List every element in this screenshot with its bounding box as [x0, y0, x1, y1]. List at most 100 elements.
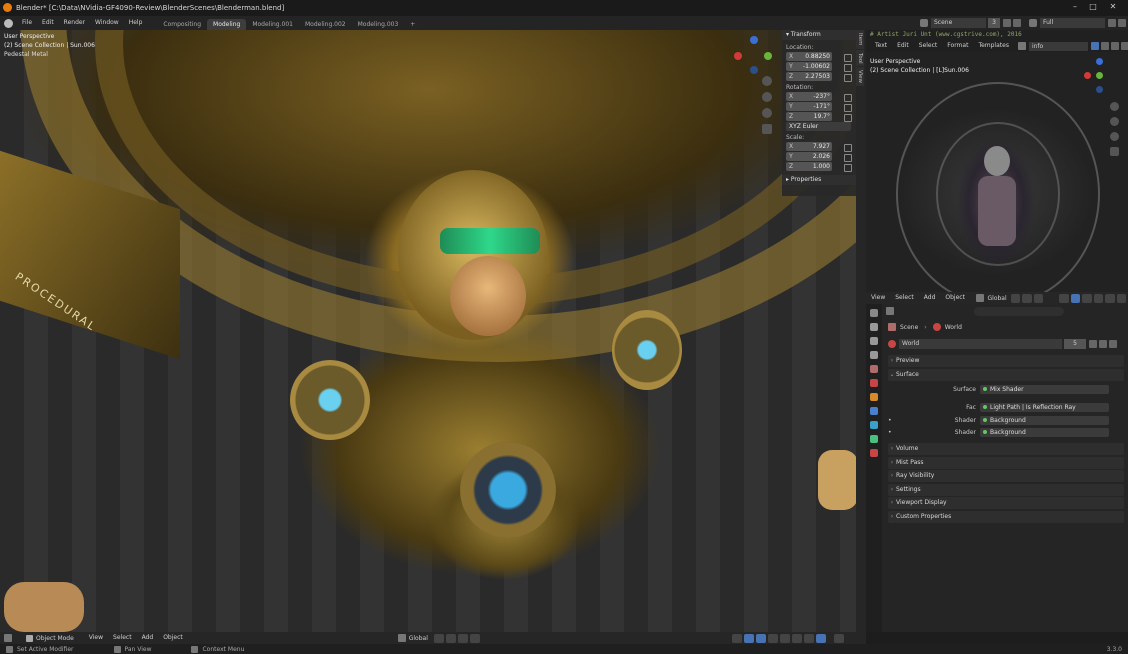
camera-view-icon[interactable]: [762, 108, 772, 118]
text-file-selector[interactable]: info: [1028, 41, 1088, 51]
proportional-edit-icon[interactable]: [469, 633, 480, 643]
camera-view-icon[interactable]: [1110, 132, 1119, 141]
tab-modeling-003[interactable]: Modeling.003: [352, 19, 405, 30]
snap-icon[interactable]: [445, 633, 456, 643]
visibility-icon[interactable]: [731, 633, 742, 643]
tab-view[interactable]: View: [856, 67, 864, 87]
grid-toggle-icon[interactable]: [1110, 147, 1119, 156]
right-navigation-gizmo[interactable]: [1084, 58, 1116, 98]
lock-icon[interactable]: [844, 104, 852, 112]
unlink-text-icon[interactable]: [1120, 42, 1128, 50]
gizmo-y-icon[interactable]: [764, 52, 772, 60]
menu-file[interactable]: File: [17, 16, 37, 30]
fake-user-icon[interactable]: [1090, 42, 1099, 50]
location-x-field[interactable]: X 0.88250: [786, 52, 832, 61]
gizmo-z-icon[interactable]: [750, 36, 758, 44]
scale-x-field[interactable]: X 7.927: [786, 142, 832, 151]
lock-icon[interactable]: [844, 54, 852, 62]
gizmo-x-icon[interactable]: [1084, 72, 1091, 79]
text-menu-edit[interactable]: Edit: [892, 41, 914, 51]
panel-settings[interactable]: › Settings: [888, 484, 1124, 496]
shading-solid-icon[interactable]: [1105, 293, 1115, 303]
text-menu-format[interactable]: Format: [942, 41, 973, 51]
scale-y-field[interactable]: Y 2.026: [786, 152, 832, 161]
main-3d-viewport[interactable]: PROCEDURAL User Perspective (2) Scene Co…: [0, 30, 856, 632]
pivot-icon[interactable]: [433, 633, 444, 643]
proportional-edit-icon[interactable]: [1033, 293, 1044, 303]
shader1-field[interactable]: Background: [980, 415, 1109, 425]
view-layer-selector[interactable]: Full: [1040, 18, 1105, 28]
tab-compositing[interactable]: Compositing: [157, 19, 207, 30]
lock-icon[interactable]: [844, 144, 852, 152]
world-name-field[interactable]: World: [899, 338, 1062, 349]
gizmo-toggle-icon[interactable]: [743, 633, 754, 643]
vp-orientation-select[interactable]: Global: [406, 635, 434, 642]
output-tab-icon[interactable]: [870, 337, 878, 345]
secondary-3d-viewport[interactable]: User Perspective (2) Scene Collection | …: [866, 52, 1128, 292]
gizmo-y-icon[interactable]: [1096, 72, 1103, 79]
snap-target-icon[interactable]: [457, 633, 468, 643]
location-z-field[interactable]: Z 2.27503: [786, 72, 832, 81]
blender-menu-icon[interactable]: [4, 18, 13, 28]
pause-render-icon[interactable]: [833, 633, 844, 643]
menu-render[interactable]: Render: [59, 16, 90, 30]
zoom-icon[interactable]: [762, 76, 772, 86]
text-menu-templates[interactable]: Templates: [973, 41, 1014, 51]
modifier-tab-icon[interactable]: [870, 407, 878, 415]
menu-window[interactable]: Window: [90, 16, 124, 30]
rv-menu-view[interactable]: View: [866, 292, 890, 304]
rv-menu-select[interactable]: Select: [890, 292, 919, 304]
shading-solid-icon[interactable]: [791, 633, 802, 643]
xray-icon[interactable]: [1093, 293, 1104, 303]
transform-header[interactable]: ▾ Transform: [782, 30, 856, 40]
surface-shader-field[interactable]: Mix Shader: [980, 384, 1109, 394]
shading-material-icon[interactable]: [803, 633, 814, 643]
new-world-icon[interactable]: [1099, 339, 1107, 348]
vp-menu-add[interactable]: Add: [137, 632, 159, 644]
close-icon[interactable]: ✕: [1106, 2, 1120, 14]
xray-icon[interactable]: [767, 633, 778, 643]
new-view-layer-icon[interactable]: [1108, 19, 1116, 27]
scene-selector[interactable]: Scene: [931, 18, 986, 28]
panel-custom-properties[interactable]: › Custom Properties: [888, 511, 1124, 523]
pan-hand-icon[interactable]: [1110, 117, 1119, 126]
text-editor[interactable]: # Artist Juri Unt (www.cgstrive.com), 20…: [866, 30, 1128, 52]
minimize-icon[interactable]: –: [1068, 2, 1082, 14]
particles-tab-icon[interactable]: [870, 421, 878, 429]
panel-viewport-display[interactable]: › Viewport Display: [888, 497, 1124, 509]
gizmo-neg-z-icon[interactable]: [1096, 86, 1103, 93]
tab-modeling-001[interactable]: Modeling.001: [246, 19, 299, 30]
delete-scene-icon[interactable]: [1013, 19, 1021, 27]
rv-orientation-select[interactable]: Global: [984, 295, 1011, 302]
render-tab-icon[interactable]: [870, 323, 878, 331]
panel-preview[interactable]: › Preview: [888, 355, 1124, 367]
snap-icon[interactable]: [1022, 293, 1032, 303]
tab-item[interactable]: Item: [856, 30, 864, 49]
pan-hand-icon[interactable]: [762, 92, 772, 102]
overlay-icon[interactable]: [1082, 293, 1092, 303]
properties-header[interactable]: ▸ Properties: [782, 175, 856, 185]
gizmo-z-icon[interactable]: [1096, 58, 1103, 65]
zoom-icon[interactable]: [1110, 102, 1119, 111]
fake-user-icon[interactable]: [1089, 339, 1097, 348]
shading-rendered-icon[interactable]: [815, 633, 826, 643]
new-text-icon[interactable]: [1100, 42, 1109, 50]
menu-edit[interactable]: Edit: [37, 16, 59, 30]
physics-tab-icon[interactable]: [870, 435, 878, 443]
lock-icon[interactable]: [844, 154, 852, 162]
vp-menu-view[interactable]: View: [84, 632, 108, 644]
tab-modeling[interactable]: Modeling: [207, 18, 247, 30]
new-scene-icon[interactable]: [1003, 19, 1011, 27]
add-workspace-button[interactable]: +: [404, 19, 421, 30]
gizmo-neg-z-icon[interactable]: [750, 66, 758, 74]
menu-help[interactable]: Help: [124, 16, 148, 30]
gizmo-x-icon[interactable]: [734, 52, 742, 60]
panel-surface[interactable]: ⌄Surface: [888, 369, 1124, 381]
object-tab-icon[interactable]: [870, 393, 878, 401]
rv-menu-object[interactable]: Object: [940, 292, 970, 304]
rotation-z-field[interactable]: Z 19.7°: [786, 112, 832, 121]
navigation-gizmo[interactable]: [734, 36, 774, 76]
view-layer-tab-icon[interactable]: [870, 351, 878, 359]
delete-view-layer-icon[interactable]: [1118, 19, 1126, 27]
maximize-icon[interactable]: □: [1086, 2, 1100, 14]
